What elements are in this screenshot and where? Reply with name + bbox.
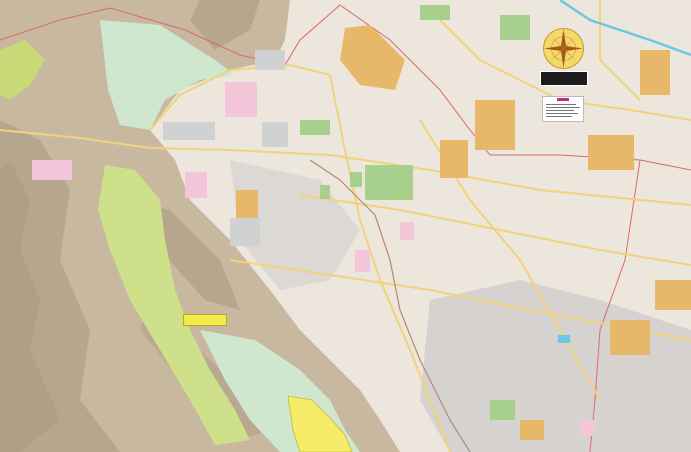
city-map[interactable] [0,0,691,452]
legend-row [546,110,574,111]
map-title-box [540,71,588,86]
legend-row [546,116,572,117]
compass-rose-icon [543,28,584,69]
legend-row [546,113,578,114]
legend-header-bar [557,98,569,101]
map-legend [542,96,584,122]
legend-row [546,107,580,108]
legend-row [546,104,576,105]
water-pond [558,335,570,343]
area-label-sign [183,314,227,326]
